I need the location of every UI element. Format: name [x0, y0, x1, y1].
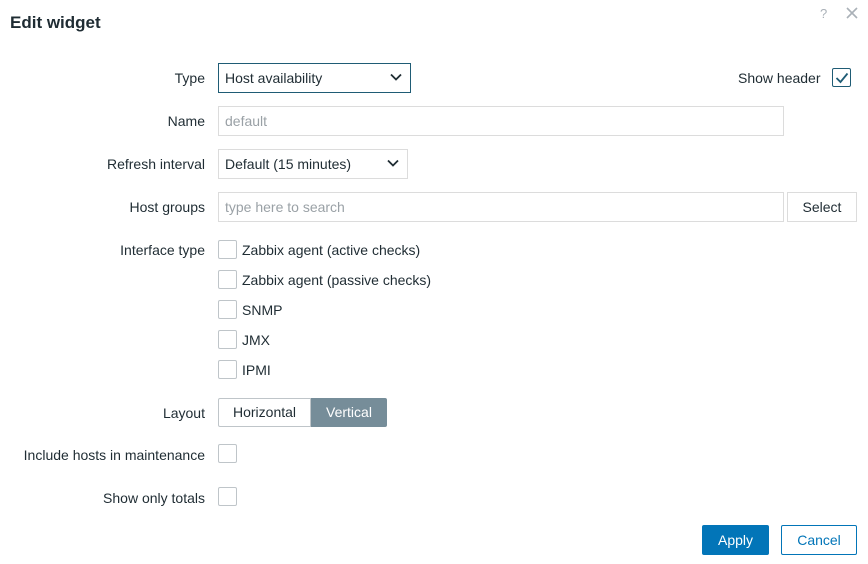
layout-option-vertical[interactable]: Vertical — [311, 398, 387, 427]
name-input[interactable]: default — [218, 106, 784, 136]
apply-button[interactable]: Apply — [702, 525, 769, 555]
show-only-totals-label: Show only totals — [103, 490, 205, 506]
interface-type-checkbox[interactable] — [218, 240, 237, 259]
type-select-value: Host availability — [225, 70, 323, 86]
host-groups-label: Host groups — [129, 199, 205, 215]
chevron-down-icon — [387, 159, 399, 167]
checkmark-icon — [835, 72, 849, 84]
host-groups-input[interactable]: type here to search — [218, 192, 784, 222]
interface-type-checkbox[interactable] — [218, 300, 237, 319]
layout-option-horizontal[interactable]: Horizontal — [218, 398, 312, 427]
help-icon[interactable]: ? — [820, 6, 827, 21]
type-label: Type — [174, 70, 205, 86]
refresh-interval-select[interactable]: Default (15 minutes) — [218, 149, 408, 179]
host-groups-placeholder: type here to search — [225, 199, 345, 215]
host-groups-select-button[interactable]: Select — [787, 192, 857, 222]
interface-type-option-label: Zabbix agent (active checks) — [242, 242, 421, 258]
refresh-interval-label: Refresh interval — [106, 156, 205, 172]
edit-widget-dialog: Edit widget ? Type Host availability Sho… — [0, 0, 868, 564]
dialog-title: Edit widget — [10, 13, 101, 32]
interface-type-option-label: SNMP — [242, 302, 283, 318]
interface-type-option-label: IPMI — [242, 362, 271, 378]
layout-label: Layout — [162, 405, 205, 421]
interface-type-label: Interface type — [120, 242, 205, 258]
interface-type-checkbox[interactable] — [218, 270, 237, 289]
layout-segmented-control: Horizontal Vertical — [218, 398, 387, 427]
cancel-button[interactable]: Cancel — [781, 525, 857, 555]
name-label: Name — [167, 113, 205, 129]
interface-type-option-label: JMX — [242, 332, 270, 348]
refresh-interval-value: Default (15 minutes) — [225, 156, 352, 172]
interface-type-checkbox[interactable] — [218, 360, 237, 379]
chevron-down-icon — [390, 73, 402, 81]
interface-type-checkbox[interactable] — [218, 330, 237, 349]
close-icon[interactable] — [845, 6, 859, 20]
include-maintenance-checkbox[interactable] — [218, 444, 237, 463]
name-placeholder: default — [225, 113, 268, 129]
show-only-totals-checkbox[interactable] — [218, 487, 237, 506]
include-maintenance-label: Include hosts in maintenance — [23, 447, 205, 463]
type-select[interactable]: Host availability — [218, 63, 411, 93]
interface-type-option-label: Zabbix agent (passive checks) — [242, 272, 432, 288]
show-header-label: Show header — [738, 70, 821, 86]
show-header-checkbox[interactable] — [832, 68, 851, 87]
